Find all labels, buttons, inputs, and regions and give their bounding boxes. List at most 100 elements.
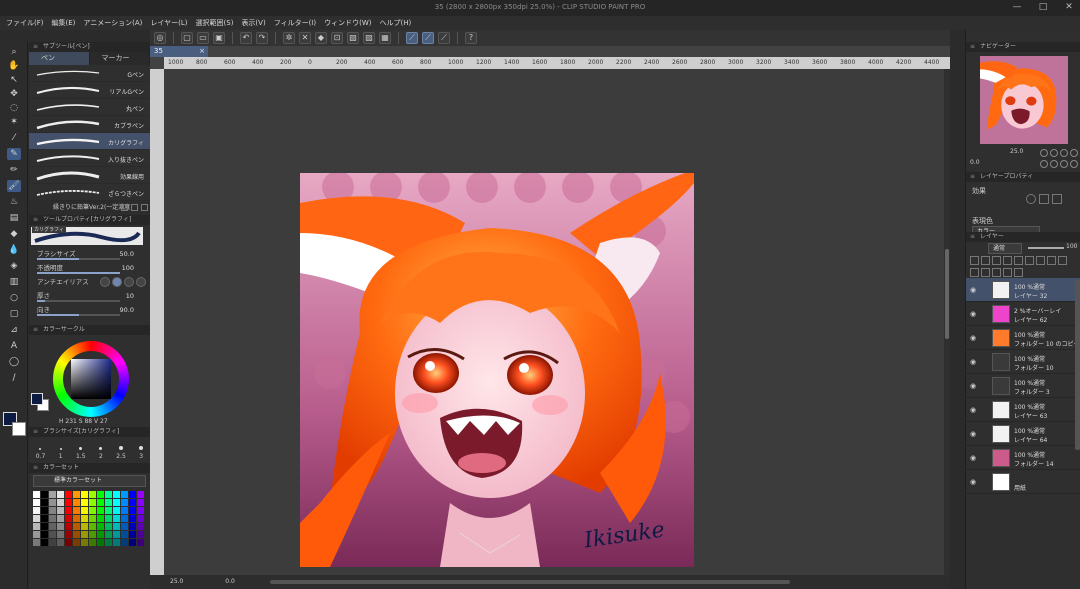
brush-item-rough-pen[interactable]: ざらつきペン <box>29 184 150 201</box>
palette-swatch[interactable] <box>89 523 96 530</box>
layer-row[interactable]: ◉ 用紙 <box>966 470 1080 494</box>
palette-swatch[interactable] <box>105 499 112 506</box>
palette-swatch[interactable] <box>33 507 40 514</box>
pen-tool-icon[interactable]: ✎ <box>7 148 21 160</box>
snap-special-ruler-icon[interactable]: ⟋ <box>422 32 434 44</box>
reset-rotation-icon[interactable] <box>1060 160 1068 168</box>
brush-item-round-pen[interactable]: 丸ペン <box>29 99 150 116</box>
maximize-button[interactable]: □ <box>1036 2 1050 12</box>
palette-swatch[interactable] <box>57 531 64 538</box>
brush-item-effect-line[interactable]: 効果線用 <box>29 167 150 184</box>
auto-select-tool-icon[interactable]: ✶ <box>7 116 21 128</box>
size-preset[interactable]: 0.7 <box>36 448 45 460</box>
palette-swatch[interactable] <box>81 539 88 546</box>
palette-swatch[interactable] <box>121 491 128 498</box>
palette-swatch[interactable] <box>49 523 56 530</box>
border-effect-icon[interactable] <box>1026 194 1036 204</box>
palette-swatch[interactable] <box>33 523 40 530</box>
palette-swatch[interactable] <box>121 523 128 530</box>
blend-mode-select[interactable]: 通常 <box>988 243 1022 254</box>
zoom-out-icon[interactable] <box>1040 149 1048 157</box>
palette-swatch[interactable] <box>97 499 104 506</box>
rotation-value[interactable]: 0.0 <box>225 578 235 585</box>
brush-item-real-g-pen[interactable]: リアルGペン <box>29 82 150 99</box>
eraser-tool-icon[interactable]: ◆ <box>7 228 21 240</box>
new-vector-layer-icon[interactable] <box>1058 256 1067 265</box>
deselect-icon[interactable]: ▧ <box>347 32 359 44</box>
brush-size-slider[interactable] <box>37 258 120 260</box>
zoom-tool-icon[interactable]: ⌕ <box>7 46 21 58</box>
palette-swatch[interactable] <box>121 531 128 538</box>
layer-opacity-value[interactable]: 100 <box>1066 243 1077 250</box>
palette-swatch[interactable] <box>89 539 96 546</box>
opacity-row[interactable]: 不透明度 100 <box>29 261 150 275</box>
settings-icon[interactable]: ✲ <box>283 32 295 44</box>
palette-swatch[interactable] <box>33 515 40 522</box>
palette-swatch[interactable] <box>57 507 64 514</box>
ruler-tool-icon[interactable]: ⊿ <box>7 324 21 336</box>
size-preset[interactable]: 2 <box>99 447 103 460</box>
new-file-icon[interactable]: ▢ <box>181 32 193 44</box>
combine-down-icon[interactable] <box>992 268 1001 277</box>
menu-edit[interactable]: 編集(E) <box>52 18 76 28</box>
palette-swatch[interactable] <box>129 531 136 538</box>
palette-swatch[interactable] <box>65 539 72 546</box>
palette-swatch[interactable] <box>121 539 128 546</box>
palette-swatch[interactable] <box>129 491 136 498</box>
navigator-zoom-value[interactable]: 25.0 <box>1010 148 1023 155</box>
palette-swatch[interactable] <box>113 531 120 538</box>
palette-swatch[interactable] <box>121 515 128 522</box>
lock-transparency-icon[interactable] <box>1014 256 1023 265</box>
brush-size-value[interactable]: 50.0 <box>120 247 134 261</box>
palette-swatch[interactable] <box>73 515 80 522</box>
palette-swatch[interactable] <box>105 491 112 498</box>
palette-swatch[interactable] <box>129 539 136 546</box>
size-preset[interactable]: 2.5 <box>116 446 126 460</box>
text-tool-icon[interactable]: A <box>7 340 21 352</box>
palette-swatch[interactable] <box>97 515 104 522</box>
mask-enable-icon[interactable] <box>1025 256 1034 265</box>
palette-swatch[interactable] <box>41 499 48 506</box>
palette-swatch[interactable] <box>73 507 80 514</box>
palette-swatch[interactable] <box>65 499 72 506</box>
palette-swatch[interactable] <box>129 515 136 522</box>
operation-tool-icon[interactable]: ↖ <box>7 74 21 86</box>
pencil-tool-icon[interactable]: ✏ <box>7 164 21 176</box>
palette-swatch[interactable] <box>57 539 64 546</box>
palette-swatch[interactable] <box>65 491 72 498</box>
horizontal-scrollbar[interactable] <box>270 580 790 584</box>
app-icon[interactable]: ◎ <box>154 32 166 44</box>
zoom-value[interactable]: 25.0 <box>170 578 183 585</box>
menu-animation[interactable]: アニメーション(A) <box>83 18 142 28</box>
palette-swatch[interactable] <box>65 515 72 522</box>
brush-item-in-out-pen[interactable]: 入り抜きペン <box>29 150 150 167</box>
eye-icon[interactable]: ◉ <box>970 478 977 486</box>
palette-swatch[interactable] <box>89 531 96 538</box>
palette-swatch[interactable] <box>49 491 56 498</box>
fill-tool-icon[interactable]: ◈ <box>7 260 21 272</box>
flip-horizontal-icon[interactable] <box>1070 160 1078 168</box>
tone-effect-icon[interactable] <box>1039 194 1049 204</box>
selection-tool-icon[interactable]: ◌ <box>7 102 21 114</box>
palette-swatch[interactable] <box>121 499 128 506</box>
transfer-down-icon[interactable] <box>981 268 990 277</box>
layer-row[interactable]: ◉ 100 %通常 レイヤー 63 <box>966 398 1080 422</box>
layer-row[interactable]: ◉ 100 %通常 フォルダー 10 <box>966 350 1080 374</box>
antialias-none[interactable] <box>100 277 110 287</box>
size-preset[interactable]: 3 <box>139 446 144 460</box>
artwork-canvas[interactable]: Ikisuke <box>300 173 694 567</box>
palette-swatch[interactable] <box>137 531 144 538</box>
layer-color-icon[interactable] <box>1052 194 1062 204</box>
clear-icon[interactable]: ✕ <box>299 32 311 44</box>
palette-swatch[interactable] <box>41 515 48 522</box>
palette-swatch[interactable] <box>113 507 120 514</box>
help-icon[interactable]: ? <box>465 32 477 44</box>
eye-icon[interactable]: ◉ <box>970 286 977 294</box>
palette-swatch[interactable] <box>65 507 72 514</box>
palette-swatch[interactable] <box>105 515 112 522</box>
palette-swatch[interactable] <box>137 491 144 498</box>
delete-layer-icon[interactable] <box>1014 268 1023 277</box>
draft-layer-icon[interactable] <box>992 256 1001 265</box>
palette-swatch[interactable] <box>81 515 88 522</box>
palette-swatch[interactable] <box>113 491 120 498</box>
